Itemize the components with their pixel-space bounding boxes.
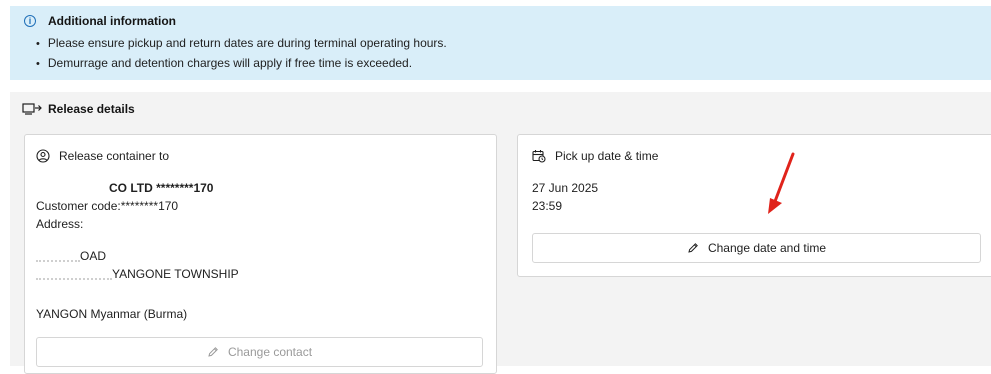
info-list: Please ensure pickup and return dates ar… [36,33,979,73]
pickup-date-card: Pick up date & time 27 Jun 2025 23:59 Ch… [517,134,991,277]
release-details-header: Release details [22,102,135,116]
release-icon [22,103,42,115]
info-bullet: Demurrage and detention charges will app… [36,53,979,73]
release-container-heading: Release container to [36,149,169,163]
change-date-time-button[interactable]: Change date and time [532,233,981,263]
pencil-icon [208,347,218,357]
info-icon: i [24,15,36,27]
change-contact-button[interactable]: Change contact [36,337,483,367]
address-city: YANGON Myanmar (Burma) [36,307,188,321]
info-title-row: i Additional information [24,13,979,29]
pickup-date-heading: Pick up date & time [532,149,658,163]
calendar-clock-icon [532,150,546,163]
pickup-time-value: 23:59 [532,199,563,213]
address-line-1-text: OAD [80,249,107,263]
user-circle-icon [36,149,50,163]
pencil-icon [688,243,698,253]
address-line-2-text: YANGONE TOWNSHIP [112,267,239,281]
address-label: Address: [36,217,84,231]
additional-info-banner: i Additional information Please ensure p… [10,6,991,80]
release-container-card: Release container to CO LTD ********170 … [24,134,497,374]
address-line-2: YANGONE TOWNSHIP [36,267,239,281]
release-container-label: Release container to [59,149,170,163]
address-line-1: OAD [36,249,106,263]
customer-code: Customer code:********170 [36,199,179,213]
redacted-block [36,251,80,262]
redacted-block [36,269,112,280]
annotation-arrow-icon [768,152,795,214]
info-bullet: Please ensure pickup and return dates ar… [36,33,979,53]
pickup-date-label: Pick up date & time [555,149,659,163]
pickup-date-value: 27 Jun 2025 [532,181,599,195]
release-details-title: Release details [48,102,135,116]
release-details-section: Release details Release container to CO … [10,92,991,374]
info-title: Additional information [48,14,176,28]
change-contact-label: Change contact [227,345,313,359]
company-name: CO LTD ********170 [109,181,214,195]
change-date-time-label: Change date and time [707,241,827,255]
